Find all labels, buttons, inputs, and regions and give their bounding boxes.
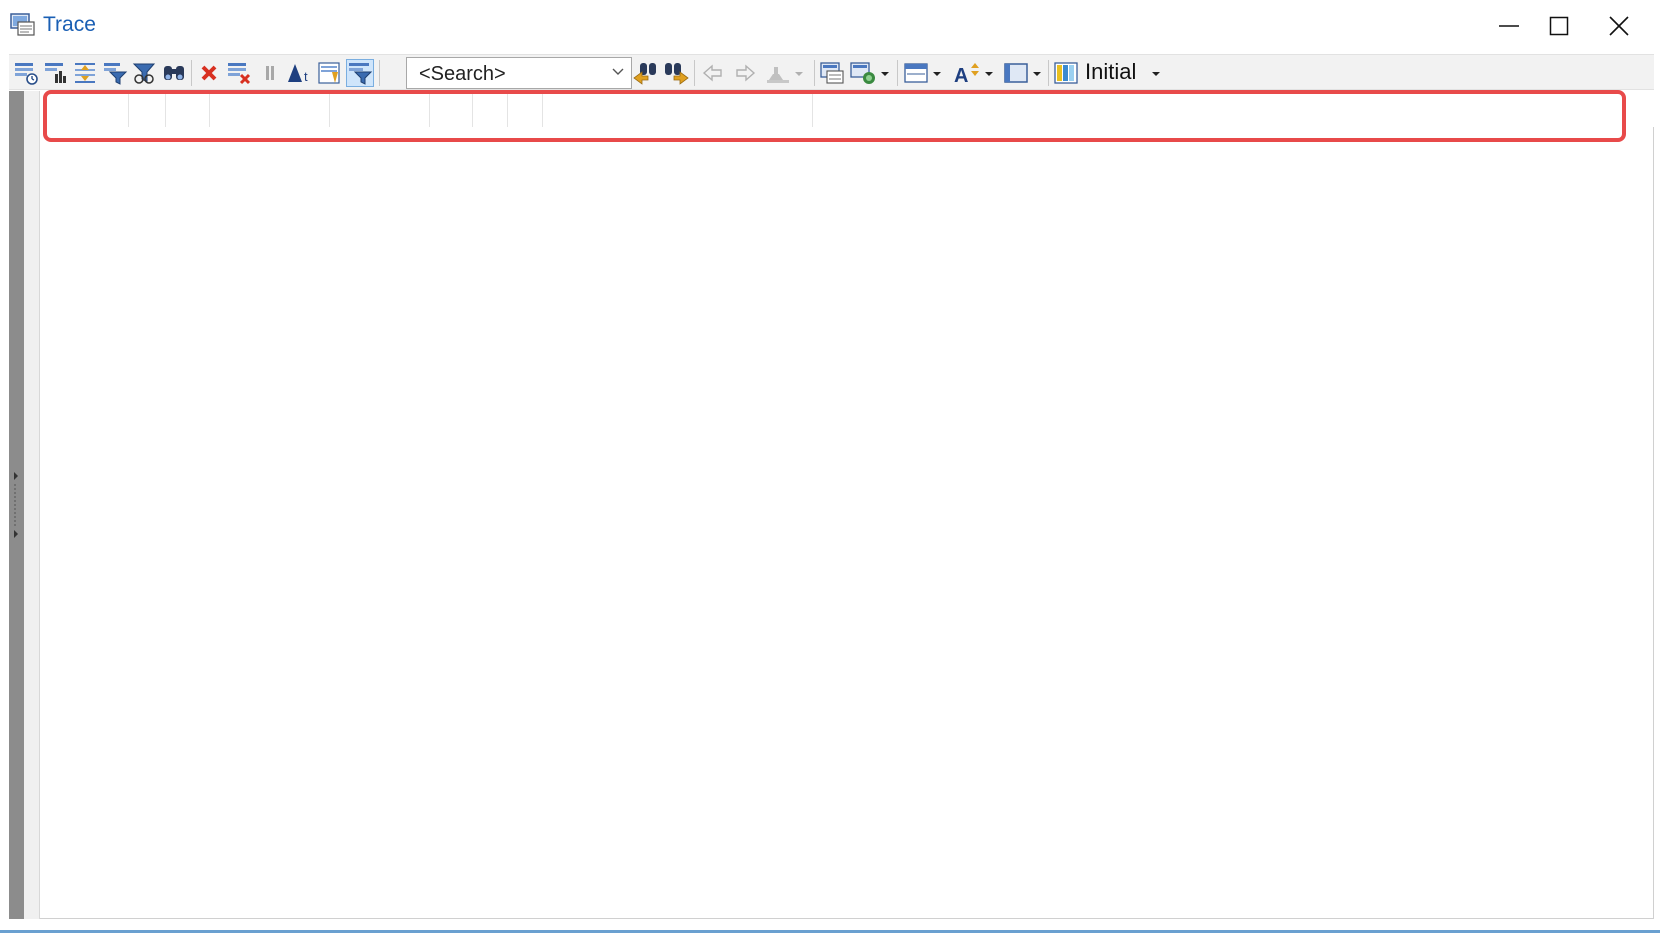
toolbar-separator — [379, 60, 380, 86]
clear-trace-icon[interactable] — [225, 59, 253, 87]
navigate-back-icon[interactable] — [699, 59, 727, 87]
color-theme-icon[interactable] — [1052, 59, 1080, 87]
trace-app-icon — [10, 12, 36, 38]
time-format-icon[interactable]: t — [286, 59, 314, 87]
autoscroll-icon[interactable] — [316, 59, 344, 87]
search-combobox[interactable]: <Search> — [406, 57, 632, 89]
splitter-grip-icon[interactable] — [12, 470, 20, 540]
open-log-icon[interactable] — [818, 59, 846, 87]
chevron-down-icon[interactable] — [1150, 70, 1162, 78]
find-icon[interactable] — [160, 59, 188, 87]
trace-grid[interactable] — [40, 91, 1654, 919]
font-dropdown-icon[interactable]: A — [952, 59, 998, 87]
window-title: Trace — [43, 13, 96, 36]
toolbar-separator — [1048, 60, 1049, 86]
svg-text:A: A — [954, 65, 968, 86]
maximize-icon — [1549, 16, 1569, 36]
toolbar-separator — [814, 60, 815, 86]
maximize-button[interactable] — [1530, 6, 1588, 46]
title-bar: Trace — [0, 0, 1660, 52]
pause-icon[interactable] — [256, 59, 284, 87]
statistics-icon[interactable] — [42, 59, 70, 87]
filter-active-icon[interactable] — [346, 59, 374, 87]
highlight-annotation — [43, 90, 1626, 142]
toolbar-separator — [694, 60, 695, 86]
find-previous-icon[interactable] — [632, 59, 660, 87]
expand-rows-icon[interactable] — [71, 59, 99, 87]
chevron-down-icon — [612, 68, 624, 75]
toolbar: t <Search> A Initial — [9, 54, 1654, 90]
trace-window: Trace t <Search> A Initial — [0, 0, 1660, 935]
search-input[interactable]: <Search> — [419, 63, 506, 86]
bookmark-dropdown-icon[interactable] — [763, 59, 811, 87]
toolbar-separator — [191, 60, 192, 86]
minimize-icon — [1499, 25, 1519, 27]
status-line — [0, 930, 1660, 933]
svg-text:t: t — [304, 69, 308, 84]
layout-dropdown-icon[interactable] — [902, 59, 948, 87]
initial-dropdown-label[interactable]: Initial — [1085, 59, 1136, 85]
left-panel-collapsed[interactable] — [24, 91, 40, 919]
window-dropdown-icon[interactable] — [1002, 59, 1046, 87]
close-button[interactable] — [1590, 6, 1648, 46]
find-next-icon[interactable] — [662, 59, 690, 87]
export-dropdown-icon[interactable] — [848, 59, 896, 87]
toolbar-separator — [897, 60, 898, 86]
new-trace-icon[interactable] — [12, 59, 40, 87]
close-icon — [1609, 16, 1629, 36]
filter-icon[interactable] — [101, 59, 129, 87]
delete-icon[interactable] — [195, 59, 223, 87]
navigate-forward-icon[interactable] — [731, 59, 759, 87]
clear-filter-icon[interactable] — [130, 59, 158, 87]
